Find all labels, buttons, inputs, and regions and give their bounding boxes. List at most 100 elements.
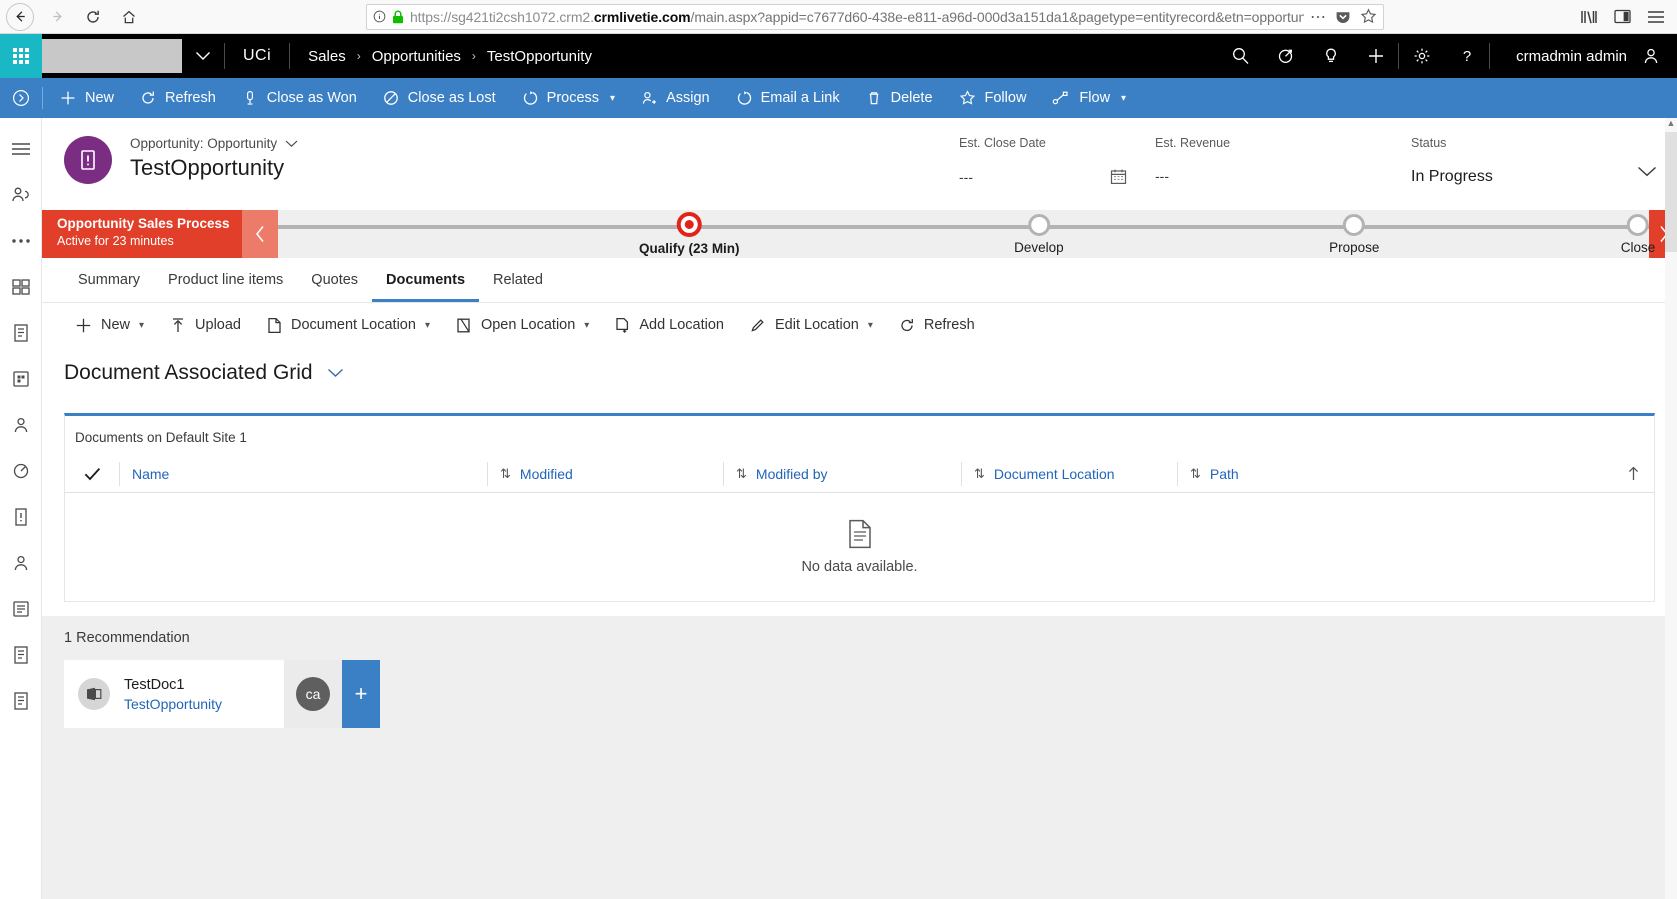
sidebar-item-menu[interactable]: [0, 126, 42, 172]
process-stage-develop[interactable]: Develop: [1014, 210, 1064, 255]
select-all-checkmark-icon[interactable]: [65, 467, 119, 481]
process-stage-qualify[interactable]: Qualify (23 Min): [639, 210, 740, 256]
column-header-modified[interactable]: ⇅ Modified: [487, 461, 723, 486]
expand-header-chevron-down-icon[interactable]: [1637, 166, 1657, 177]
recommendation-add-button[interactable]: +: [342, 660, 380, 728]
process-stage-close[interactable]: Close: [1620, 210, 1656, 255]
search-icon[interactable]: [1218, 34, 1263, 78]
recommendation-card[interactable]: TestDoc1 TestOpportunity ca +: [64, 660, 380, 728]
doc-command-refresh[interactable]: Refresh: [886, 317, 988, 334]
chevron-down-icon[interactable]: [327, 368, 344, 378]
doc-command-open-location[interactable]: Open Location ▾: [443, 317, 602, 334]
command-assign[interactable]: Assign: [628, 78, 723, 118]
grid-sort-arrow-up-icon[interactable]: [1627, 466, 1654, 481]
gear-icon[interactable]: [1399, 34, 1444, 78]
column-header-document-location[interactable]: ⇅ Document Location: [961, 461, 1177, 486]
help-icon[interactable]: ?: [1444, 34, 1489, 78]
lightbulb-icon[interactable]: [1308, 34, 1353, 78]
record-entity-label[interactable]: Opportunity: Opportunity: [130, 136, 298, 151]
sidebar-item-quotes[interactable]: [0, 586, 42, 632]
field-value[interactable]: ---: [1155, 168, 1411, 184]
stage-label: Close: [1620, 240, 1656, 255]
sidebar-item-contacts[interactable]: [0, 402, 42, 448]
chevron-down-icon[interactable]: [285, 140, 298, 148]
command-follow[interactable]: Follow: [946, 78, 1040, 118]
documents-grid: Documents on Default Site 1 Name ⇅ Modif…: [64, 413, 1655, 602]
command-flow[interactable]: Flow ▾: [1039, 78, 1139, 118]
column-header-name[interactable]: Name: [119, 461, 487, 486]
sidebar-item-activities[interactable]: [0, 310, 42, 356]
field-value-row[interactable]: ---: [959, 168, 1155, 185]
sidebar-item-more-ellipsis-icon[interactable]: [0, 218, 42, 264]
app-selector-chevron-down-icon[interactable]: [182, 34, 224, 78]
tab-product-line-items[interactable]: Product line items: [154, 258, 297, 302]
reload-button[interactable]: [76, 2, 110, 32]
address-bar[interactable]: https://sg421ti2csh1072.crm2.crmlivetie.…: [366, 3, 1384, 30]
sidebar-item-invoices[interactable]: [0, 678, 42, 724]
command-close-as-lost[interactable]: Close as Lost: [370, 78, 509, 118]
process-stage-propose[interactable]: Propose: [1329, 210, 1379, 255]
recommendation-card-main[interactable]: TestDoc1 TestOpportunity: [64, 660, 284, 728]
url-text: https://sg421ti2csh1072.crm2.crmlivetie.…: [410, 8, 1304, 25]
doc-command-document-location[interactable]: Document Location ▾: [254, 317, 443, 334]
plus-icon: [75, 317, 92, 334]
sidebar-icon[interactable]: [1614, 9, 1631, 24]
breadcrumb-item-record[interactable]: TestOpportunity: [487, 48, 592, 65]
page-actions-icon[interactable]: ⋯: [1310, 7, 1326, 27]
calendar-icon[interactable]: [1110, 168, 1127, 185]
doc-command-upload[interactable]: Upload: [157, 317, 254, 334]
process-prev-chevron-left-icon[interactable]: [242, 210, 278, 258]
forward-button[interactable]: [40, 2, 74, 32]
tab-related[interactable]: Related: [479, 258, 557, 302]
command-close-as-won[interactable]: Close as Won: [229, 78, 370, 118]
scrollbar-thumb[interactable]: [1665, 132, 1677, 252]
command-process[interactable]: Process ▾: [509, 78, 628, 118]
scroll-up-arrow-icon[interactable]: ▲: [1665, 118, 1677, 128]
tab-quotes[interactable]: Quotes: [297, 258, 372, 302]
sidebar-item-leads[interactable]: [0, 448, 42, 494]
expand-command-bar-icon[interactable]: [0, 88, 42, 108]
bookmark-star-icon[interactable]: [1360, 8, 1377, 25]
column-label: Path: [1209, 465, 1239, 482]
command-delete[interactable]: Delete: [853, 78, 946, 118]
sidebar-item-dashboards[interactable]: [0, 264, 42, 310]
home-button[interactable]: [112, 2, 146, 32]
back-button[interactable]: [6, 2, 34, 31]
avatar[interactable]: ca: [296, 677, 330, 711]
plus-icon[interactable]: [1353, 34, 1398, 78]
sort-arrows-icon: ⇅: [1190, 465, 1201, 481]
recommendation-record-link[interactable]: TestOpportunity: [124, 696, 222, 712]
user-menu[interactable]: crmadmin admin: [1490, 34, 1677, 78]
library-icon[interactable]: [1580, 9, 1598, 25]
sidebar-item-recent[interactable]: [0, 172, 42, 218]
sidebar-item-accounts[interactable]: [0, 356, 42, 402]
identity-info-icon[interactable]: [373, 10, 386, 23]
doc-command-edit-location[interactable]: Edit Location ▾: [737, 317, 886, 334]
chevron-down-icon: ▾: [139, 319, 145, 331]
refresh-icon: [899, 317, 915, 334]
command-new[interactable]: New: [47, 78, 127, 118]
tab-summary[interactable]: Summary: [64, 258, 154, 302]
process-title-block[interactable]: Opportunity Sales Process Active for 23 …: [42, 210, 242, 258]
hamburger-menu-icon[interactable]: [1647, 10, 1665, 24]
vertical-scrollbar[interactable]: ▲: [1665, 118, 1677, 899]
breadcrumb-item-sales[interactable]: Sales: [308, 48, 346, 65]
avatar[interactable]: [1641, 46, 1661, 66]
process-stages: Qualify (23 Min) Develop Propose Close: [278, 210, 1655, 258]
pocket-icon[interactable]: [1335, 9, 1351, 25]
breadcrumb-item-opportunities[interactable]: Opportunities: [372, 48, 461, 65]
command-refresh[interactable]: Refresh: [127, 78, 229, 118]
grid-view-selector[interactable]: Document Associated Grid: [42, 347, 1677, 399]
business-process-flow: Opportunity Sales Process Active for 23 …: [42, 210, 1677, 258]
app-launcher-waffle-icon[interactable]: [0, 34, 42, 78]
sidebar-item-orders[interactable]: [0, 632, 42, 678]
sidebar-item-opportunities[interactable]: [0, 494, 42, 540]
assistant-icon[interactable]: [1263, 34, 1308, 78]
column-header-modified-by[interactable]: ⇅ Modified by: [723, 461, 961, 486]
tab-documents[interactable]: Documents: [372, 258, 480, 302]
doc-command-new[interactable]: New ▾: [62, 317, 157, 334]
doc-command-add-location[interactable]: Add Location: [602, 317, 737, 334]
column-header-path[interactable]: ⇅ Path: [1177, 461, 1387, 486]
command-email-a-link[interactable]: Email a Link: [723, 78, 853, 118]
sidebar-item-competitors[interactable]: [0, 540, 42, 586]
